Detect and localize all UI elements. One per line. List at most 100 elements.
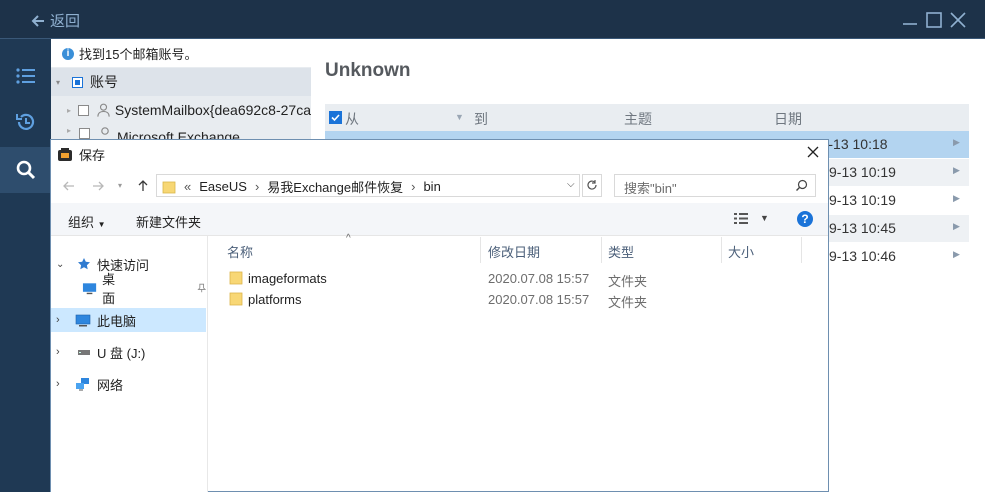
file-name: platforms <box>248 292 302 307</box>
breadcrumb-item[interactable]: 易我Exchange邮件恢复 <box>267 177 403 196</box>
back-label: 返回 <box>50 13 81 30</box>
list-view-button[interactable] <box>0 53 51 99</box>
column-divider[interactable] <box>721 237 722 263</box>
forward-nav-icon[interactable] <box>91 179 105 193</box>
expand-icon[interactable]: ▸ <box>67 106 76 115</box>
folder-icon <box>229 292 243 306</box>
file-row[interactable]: platforms 2020.07.08 15:57 文件夹 <box>226 290 706 310</box>
pin-icon[interactable] <box>196 283 206 293</box>
chevron-right-icon[interactable]: ▶ <box>953 221 960 232</box>
info-message: i 找到15个邮箱账号。 <box>62 44 197 63</box>
file-modified: 2020.07.08 15:57 <box>488 271 590 286</box>
history-icon <box>15 113 34 130</box>
tree-item[interactable]: ▸ Microsoft Exchange <box>51 124 311 139</box>
chevron-right-icon[interactable]: ▶ <box>953 193 960 204</box>
organize-button[interactable]: 组织 ▼ <box>68 212 106 231</box>
recent-dropdown-icon[interactable]: ▾ <box>118 181 122 190</box>
refresh-icon <box>587 180 597 190</box>
new-folder-button[interactable]: 新建文件夹 <box>136 212 201 231</box>
address-dropdown-icon[interactable]: ⌵ <box>567 179 575 190</box>
expand-icon[interactable]: ▾ <box>56 78 70 87</box>
tree-item-label: SystemMailbox{dea692c8-27ca <box>114 102 311 118</box>
close-icon[interactable] <box>949 11 967 29</box>
chevron-right-icon[interactable]: › <box>56 378 68 390</box>
maximize-icon[interactable] <box>925 11 943 29</box>
tree-root-row[interactable]: ▾ 账号 <box>51 68 311 96</box>
root-checkbox[interactable] <box>72 76 83 88</box>
computer-icon <box>75 314 91 326</box>
sort-up-icon: ^ <box>346 233 351 244</box>
dialog-title: 保存 <box>79 148 106 163</box>
history-button[interactable] <box>0 99 51 145</box>
expand-icon[interactable]: ▸ <box>67 126 77 135</box>
user-icon <box>101 127 109 135</box>
up-nav-icon[interactable] <box>136 179 150 193</box>
file-type: 文件夹 <box>608 274 648 289</box>
nav-quick-access[interactable]: ⌄ 快速访问 <box>51 252 206 276</box>
organize-label: 组织 <box>68 215 95 230</box>
file-name: imageformats <box>248 271 327 286</box>
chevron-right-icon[interactable]: ▶ <box>953 165 960 176</box>
desktop-icon <box>82 282 97 294</box>
back-button[interactable]: 返回 <box>30 10 80 31</box>
search-button[interactable] <box>0 147 51 193</box>
nav-label: 桌面 <box>102 272 116 306</box>
tree-item[interactable]: ▸ SystemMailbox{dea692c8-27ca <box>51 96 311 124</box>
breadcrumb-item[interactable]: EaseUS <box>199 179 247 194</box>
chevron-down-icon[interactable]: ⌄ <box>56 259 68 270</box>
back-arrow-icon <box>31 14 44 27</box>
breadcrumb[interactable]: « EaseUS › 易我Exchange邮件恢复 › bin <box>162 177 441 196</box>
chevron-right-icon[interactable]: › <box>56 346 68 358</box>
tree-item-label: Microsoft Exchange <box>117 129 240 139</box>
nav-this-pc[interactable]: › 此电脑 <box>51 308 206 332</box>
folder-title: Unknown <box>325 60 411 81</box>
network-icon <box>76 378 89 391</box>
column-size[interactable]: 大小 <box>728 242 754 261</box>
nav-usb-drive[interactable]: › U 盘 (J:) <box>51 340 206 364</box>
chevron-right-icon[interactable]: ▶ <box>953 137 960 148</box>
nav-label: U 盘 (J:) <box>97 345 146 361</box>
view-options-icon[interactable] <box>733 212 749 225</box>
breadcrumb-overflow[interactable]: « <box>184 179 191 194</box>
nav-network[interactable]: › 网络 <box>51 372 206 396</box>
item-checkbox[interactable] <box>79 128 90 139</box>
nav-label: 此电脑 <box>97 313 137 329</box>
check-icon <box>331 114 340 122</box>
chevron-right-icon[interactable]: › <box>56 314 68 326</box>
column-divider[interactable] <box>601 237 602 263</box>
drive-icon <box>78 350 90 355</box>
folder-icon <box>162 181 176 193</box>
file-type: 文件夹 <box>608 295 648 310</box>
mail-date: 9-13 10:45 <box>829 220 896 236</box>
title-bar <box>0 0 985 39</box>
item-checkbox[interactable] <box>78 104 89 116</box>
breadcrumb-separator[interactable]: › <box>411 179 415 194</box>
help-icon[interactable]: ? <box>797 211 813 227</box>
file-row[interactable]: imageformats 2020.07.08 15:57 文件夹 <box>226 269 706 289</box>
column-name[interactable]: 名称 <box>227 242 253 261</box>
column-from[interactable]: 从 <box>345 109 359 129</box>
dialog-title-bar: 保存 <box>57 145 105 164</box>
search-placeholder: 搜索"bin" <box>624 181 677 196</box>
sort-down-icon[interactable]: ▼ <box>455 112 464 122</box>
minimize-icon[interactable] <box>901 11 919 29</box>
column-to[interactable]: 到 <box>474 109 488 129</box>
dialog-close-icon[interactable] <box>805 144 821 160</box>
breadcrumb-separator[interactable]: › <box>255 179 259 194</box>
column-date[interactable]: 日期 <box>774 109 802 129</box>
nav-desktop[interactable]: 桌面 <box>51 272 206 306</box>
info-icon: i <box>62 47 74 60</box>
column-divider[interactable] <box>801 237 802 263</box>
app-icon <box>58 147 72 161</box>
column-divider[interactable] <box>480 237 481 263</box>
back-nav-icon[interactable] <box>62 179 76 193</box>
search-icon[interactable] <box>795 179 808 192</box>
column-type[interactable]: 类型 <box>608 242 634 261</box>
star-icon <box>78 258 90 270</box>
column-subject[interactable]: 主题 <box>624 109 652 129</box>
tree-root-label: 账号 <box>90 74 118 90</box>
breadcrumb-item[interactable]: bin <box>423 179 440 194</box>
column-modified[interactable]: 修改日期 <box>488 242 540 261</box>
view-dropdown-icon[interactable]: ▼ <box>760 213 769 223</box>
chevron-right-icon[interactable]: ▶ <box>953 249 960 260</box>
